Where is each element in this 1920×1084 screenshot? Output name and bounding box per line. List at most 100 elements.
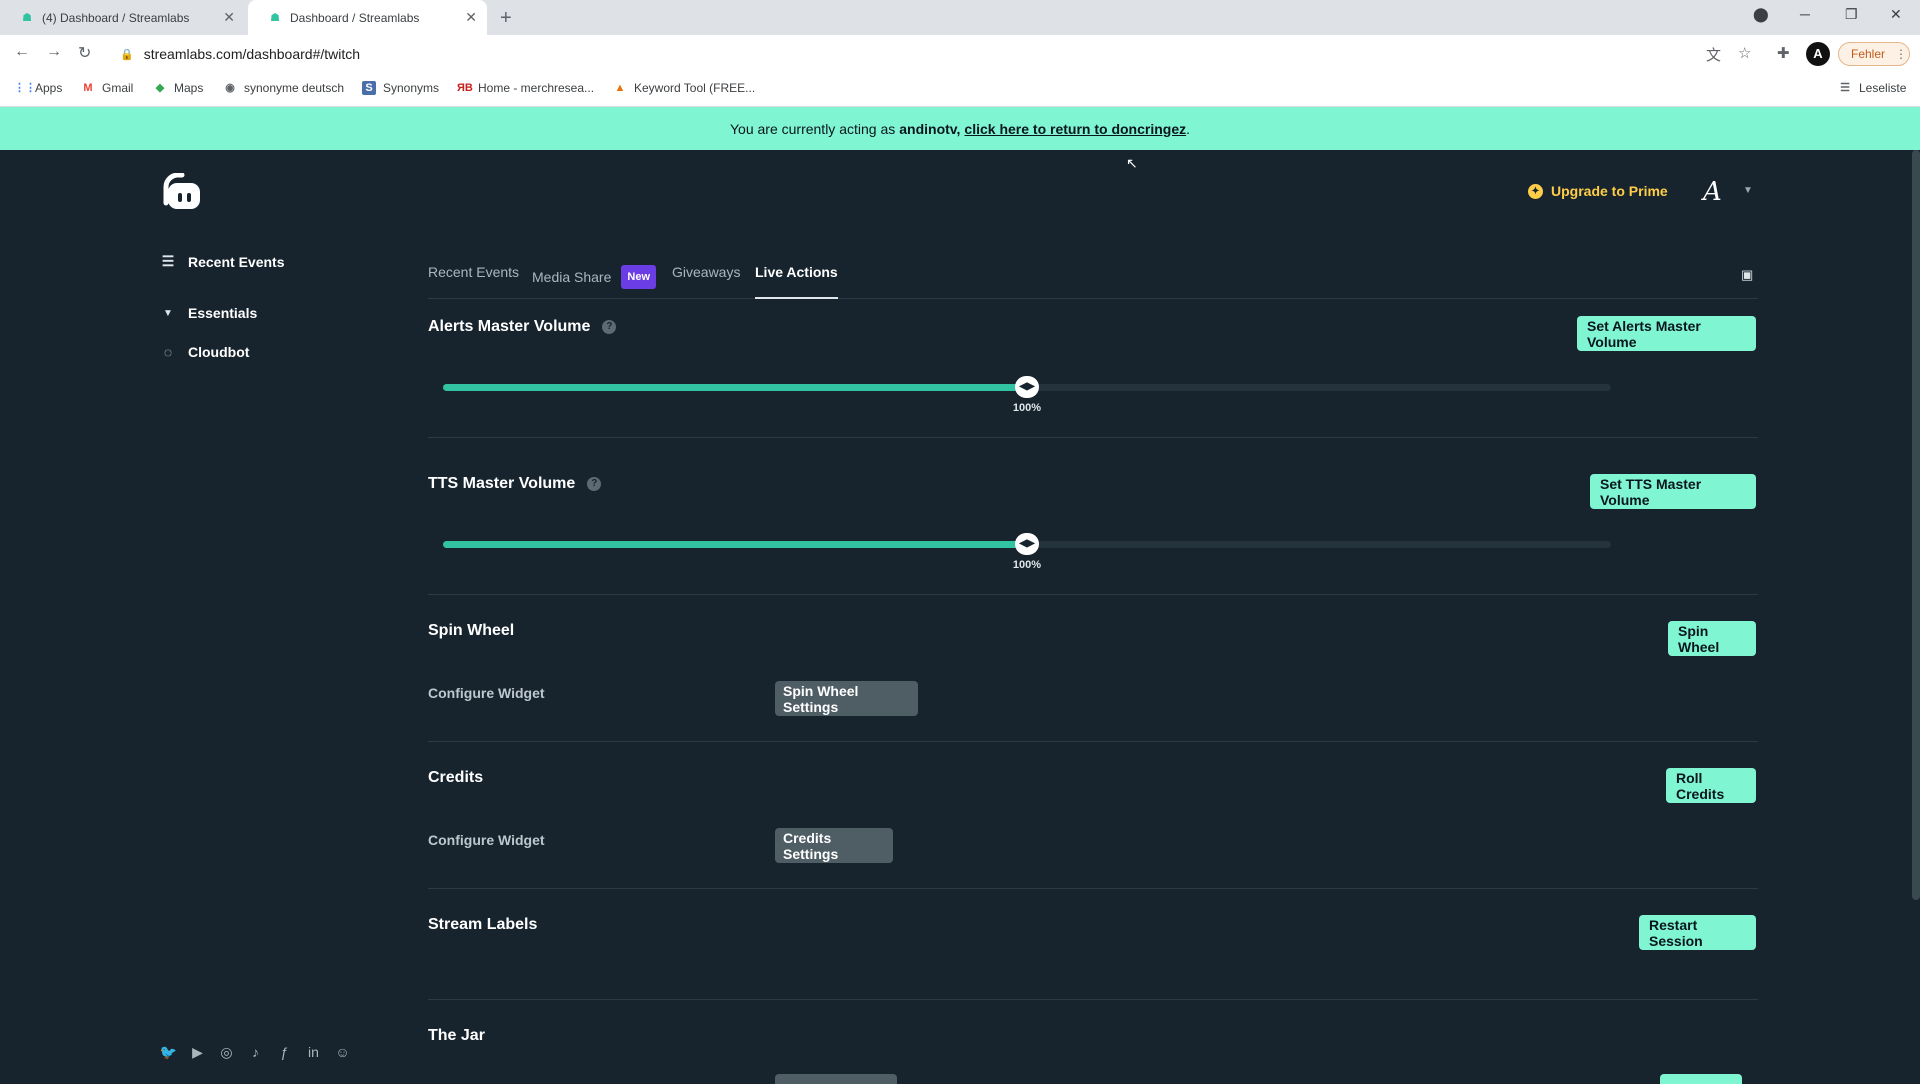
sidebar-item-essentials[interactable]: ▼ Essentials bbox=[160, 305, 257, 321]
section-title-text: Spin Wheel bbox=[428, 622, 515, 639]
sidebar-label: Cloudbot bbox=[188, 344, 250, 360]
tab-live-actions[interactable]: Live Actions bbox=[755, 262, 838, 299]
bookmark-synonyms[interactable]: S Synonyms bbox=[362, 81, 439, 95]
bookmark-label: Gmail bbox=[102, 81, 134, 95]
extensions-icon[interactable]: ✚ bbox=[1777, 44, 1790, 62]
streamlabs-favicon: ☗ bbox=[22, 11, 32, 24]
sidebar-label: Recent Events bbox=[188, 253, 285, 270]
bookmark-synonyme[interactable]: ◉ synonyme deutsch bbox=[223, 81, 344, 95]
bookmark-merch[interactable]: ЯB Home - merchresea... bbox=[457, 81, 594, 95]
tab-media-share[interactable]: Media Share New bbox=[532, 265, 657, 302]
return-link[interactable]: click here to return to doncringez bbox=[964, 121, 1186, 137]
impersonation-banner: You are currently acting as andinotv, cl… bbox=[0, 107, 1920, 150]
spin-wheel-button[interactable]: Spin Wheel bbox=[1668, 621, 1756, 656]
help-icon[interactable]: ? bbox=[602, 320, 617, 334]
facebook-icon[interactable]: ƒ bbox=[270, 1044, 299, 1061]
slider-value: 100% bbox=[1012, 559, 1042, 571]
reading-list-icon: ☰ bbox=[1840, 82, 1850, 94]
upgrade-to-prime-button[interactable]: ✦ Upgrade to Prime bbox=[1528, 183, 1668, 199]
profile-avatar[interactable]: A bbox=[1806, 42, 1830, 66]
forward-icon[interactable]: → bbox=[46, 43, 62, 61]
close-icon[interactable]: ✕ bbox=[223, 10, 235, 24]
banner-text: You are currently acting as bbox=[729, 120, 896, 137]
help-icon[interactable]: ? bbox=[587, 477, 602, 491]
user-avatar[interactable]: A bbox=[1703, 177, 1731, 207]
tab-search-icon[interactable]: ⬤ bbox=[1753, 6, 1769, 23]
bookmark-gmail[interactable]: M Gmail bbox=[81, 81, 133, 95]
twitter-icon[interactable]: 🐦 bbox=[154, 1044, 183, 1061]
translate-icon[interactable]: 文 bbox=[1706, 44, 1721, 65]
chevron-down-icon[interactable]: ▼ bbox=[1743, 185, 1753, 196]
merch-icon: ЯB bbox=[457, 82, 473, 94]
profile-error-button[interactable]: Fehler ⋮ bbox=[1838, 42, 1910, 66]
slider-handle[interactable]: ◀▶ bbox=[1015, 376, 1039, 398]
configure-widget-label: Configure Widget bbox=[428, 685, 545, 701]
profile-error-label: Fehler bbox=[1851, 47, 1886, 61]
browser-tab-1[interactable]: ☗ (4) Dashboard / Streamlabs ✕ bbox=[0, 0, 245, 35]
restore-icon[interactable]: ❐ bbox=[1845, 6, 1858, 23]
close-icon[interactable]: ✕ bbox=[465, 10, 477, 24]
set-tts-volume-button[interactable]: Set TTS Master Volume bbox=[1590, 474, 1756, 509]
linkedin-icon[interactable]: in bbox=[299, 1044, 328, 1061]
streamlabs-logo[interactable] bbox=[160, 173, 204, 211]
browser-tab-2[interactable]: ☗ Dashboard / Streamlabs ✕ bbox=[248, 0, 487, 35]
alerts-volume-slider[interactable]: ◀▶ 100% bbox=[443, 376, 1611, 414]
gmail-icon: M bbox=[83, 82, 93, 94]
bookmark-label: Maps bbox=[174, 81, 204, 95]
back-icon[interactable]: ← bbox=[14, 43, 30, 61]
spin-wheel-settings-button[interactable]: Spin Wheel Settings bbox=[775, 681, 918, 716]
roll-credits-button[interactable]: Roll Credits bbox=[1666, 768, 1756, 803]
jar-settings-button[interactable] bbox=[775, 1074, 897, 1084]
maps-icon: ◆ bbox=[155, 82, 165, 94]
bookmark-label: Apps bbox=[35, 81, 63, 95]
spin-wheel-title: Spin Wheel bbox=[428, 622, 514, 640]
set-alerts-volume-button[interactable]: Set Alerts Master Volume bbox=[1577, 316, 1756, 351]
tts-volume-title: TTS Master Volume ? bbox=[428, 475, 602, 493]
browser-tab-bar: ☗ (4) Dashboard / Streamlabs ✕ ☗ Dashboa… bbox=[0, 0, 1920, 35]
minimize-icon[interactable]: ─ bbox=[1800, 6, 1810, 22]
star-icon[interactable]: ☆ bbox=[1738, 44, 1751, 62]
browser-toolbar: ← → ↻ 🔒 streamlabs.com/dashboard#/twitch… bbox=[0, 35, 1920, 72]
address-bar[interactable]: 🔒 streamlabs.com/dashboard#/twitch bbox=[110, 40, 1710, 68]
credits-settings-button[interactable]: Credits Settings bbox=[775, 828, 893, 863]
tab-label: Media Share bbox=[532, 269, 612, 285]
apps-grid-icon: ⋮⋮ bbox=[14, 82, 36, 94]
slider-fill bbox=[443, 541, 1027, 548]
sidebar-item-recent-events[interactable]: ☰ Recent Events bbox=[160, 253, 285, 270]
divider bbox=[428, 888, 1758, 889]
tab-title: Dashboard / Streamlabs bbox=[290, 10, 420, 25]
divider bbox=[428, 741, 1758, 742]
new-tab-icon[interactable]: + bbox=[500, 7, 512, 30]
scrollbar[interactable] bbox=[1912, 150, 1920, 900]
bookmark-apps[interactable]: ⋮⋮ Apps bbox=[14, 81, 62, 95]
youtube-icon[interactable]: ▶ bbox=[183, 1044, 212, 1061]
tab-recent-events[interactable]: Recent Events bbox=[428, 262, 519, 299]
tab-label: Recent Events bbox=[428, 264, 520, 280]
caret-down-icon: ▼ bbox=[163, 307, 173, 319]
reading-list[interactable]: ☰ Leseliste bbox=[1838, 81, 1906, 95]
tab-label: Live Actions bbox=[755, 264, 838, 280]
chat-icon[interactable]: ▣ bbox=[1741, 267, 1753, 283]
restart-session-button[interactable]: Restart Session bbox=[1639, 915, 1756, 950]
menu-dots-icon: ⋮ bbox=[1895, 47, 1908, 61]
slider-handle[interactable]: ◀▶ bbox=[1015, 533, 1039, 555]
tab-giveaways[interactable]: Giveaways bbox=[672, 262, 740, 299]
bookmark-label: Synonyms bbox=[383, 81, 440, 95]
tab-label: Giveaways bbox=[672, 264, 741, 280]
sidebar-label: Essentials bbox=[188, 305, 258, 321]
reload-icon[interactable]: ↻ bbox=[78, 43, 91, 63]
jar-action-button[interactable] bbox=[1660, 1074, 1742, 1084]
tiktok-icon[interactable]: ♪ bbox=[241, 1044, 270, 1061]
bookmark-keyword-tool[interactable]: ▲ Keyword Tool (FREE... bbox=[613, 81, 756, 95]
flame-icon: ▲ bbox=[614, 82, 626, 94]
window-close-icon[interactable]: ✕ bbox=[1890, 6, 1902, 23]
bookmark-maps[interactable]: ◆ Maps bbox=[153, 81, 204, 95]
sidebar-item-cloudbot[interactable]: ◌ Cloudbot bbox=[160, 344, 250, 360]
discord-icon[interactable]: ☺ bbox=[328, 1044, 357, 1061]
tab-title: (4) Dashboard / Streamlabs bbox=[42, 10, 190, 25]
divider bbox=[428, 999, 1758, 1000]
jar-title: The Jar bbox=[428, 1027, 485, 1045]
tts-volume-slider[interactable]: ◀▶ 100% bbox=[443, 533, 1611, 571]
instagram-icon[interactable]: ◎ bbox=[212, 1044, 241, 1061]
banner-username: andinotv, bbox=[899, 120, 961, 137]
